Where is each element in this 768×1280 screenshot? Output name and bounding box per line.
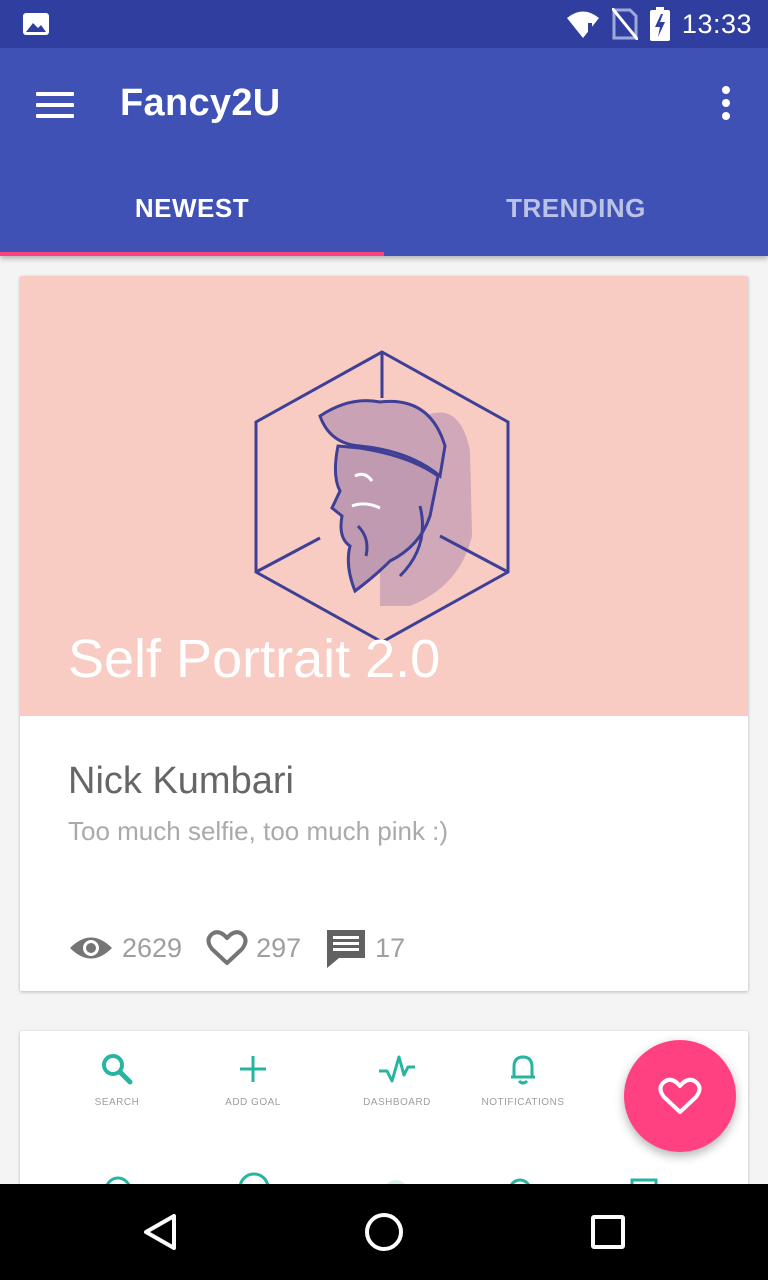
likes-count: 297 [256, 932, 302, 963]
comments-stat[interactable]: 17 [325, 928, 405, 968]
app-bar: Fancy2U NEWEST TRENDING [0, 48, 768, 256]
favorite-fab[interactable] [624, 1040, 736, 1152]
grid-label: NOTIFICATIONS [481, 1097, 565, 1108]
grid-label: ADD GOAL [225, 1097, 281, 1108]
views-stat: 2629 [68, 931, 182, 965]
no-sim-icon [611, 8, 638, 40]
recents-icon[interactable] [584, 1208, 632, 1256]
battery-charging-icon [649, 7, 670, 41]
grid-item-search: SEARCH [52, 1051, 182, 1108]
card-author: Nick Kumbari [68, 760, 294, 802]
views-count: 2629 [122, 932, 183, 963]
heart-outline-icon[interactable] [206, 929, 248, 967]
tab-bar: NEWEST TRENDING [0, 160, 768, 256]
card-media-title: Self Portrait 2.0 [68, 629, 441, 689]
tab-newest[interactable]: NEWEST [0, 160, 384, 256]
grid-item-notifications: NOTIFICATIONS [458, 1051, 588, 1108]
likes-stat[interactable]: 297 [206, 929, 301, 967]
image-icon [23, 13, 49, 35]
tab-trending[interactable]: TRENDING [384, 160, 768, 256]
menu-icon[interactable] [36, 88, 76, 122]
home-icon[interactable] [360, 1208, 408, 1256]
plus-icon [240, 1056, 266, 1082]
pulse-icon [379, 1055, 415, 1083]
grid-label: DASHBOARD [363, 1097, 431, 1108]
status-bar: 13:33 [0, 0, 768, 48]
card-description: Too much selfie, too much pink :) [68, 816, 449, 846]
comment-icon[interactable] [325, 928, 367, 968]
card-stats: 2629 297 17 [68, 924, 429, 972]
app-title: Fancy2U [120, 82, 281, 124]
grid-item-add-goal: ADD GOAL [188, 1051, 318, 1108]
search-icon [102, 1054, 133, 1085]
more-vert-icon[interactable] [714, 86, 738, 126]
comments-count: 17 [375, 932, 406, 963]
second-row-icons [105, 1172, 658, 1184]
post-card[interactable]: Self Portrait 2.0 Nick Kumbari Too much … [20, 276, 748, 991]
wifi-icon [566, 11, 599, 38]
heart-icon [658, 1077, 702, 1114]
status-time: 13:33 [681, 8, 752, 39]
navigation-bar [0, 1184, 768, 1280]
card-media: Self Portrait 2.0 [20, 276, 748, 716]
back-icon[interactable] [136, 1208, 184, 1256]
content-list[interactable]: Self Portrait 2.0 Nick Kumbari Too much … [0, 256, 768, 1184]
grid-label: SEARCH [94, 1097, 140, 1108]
grid-item-dashboard: DASHBOARD [332, 1051, 462, 1108]
eye-icon [70, 937, 112, 959]
bell-icon [511, 1055, 535, 1085]
